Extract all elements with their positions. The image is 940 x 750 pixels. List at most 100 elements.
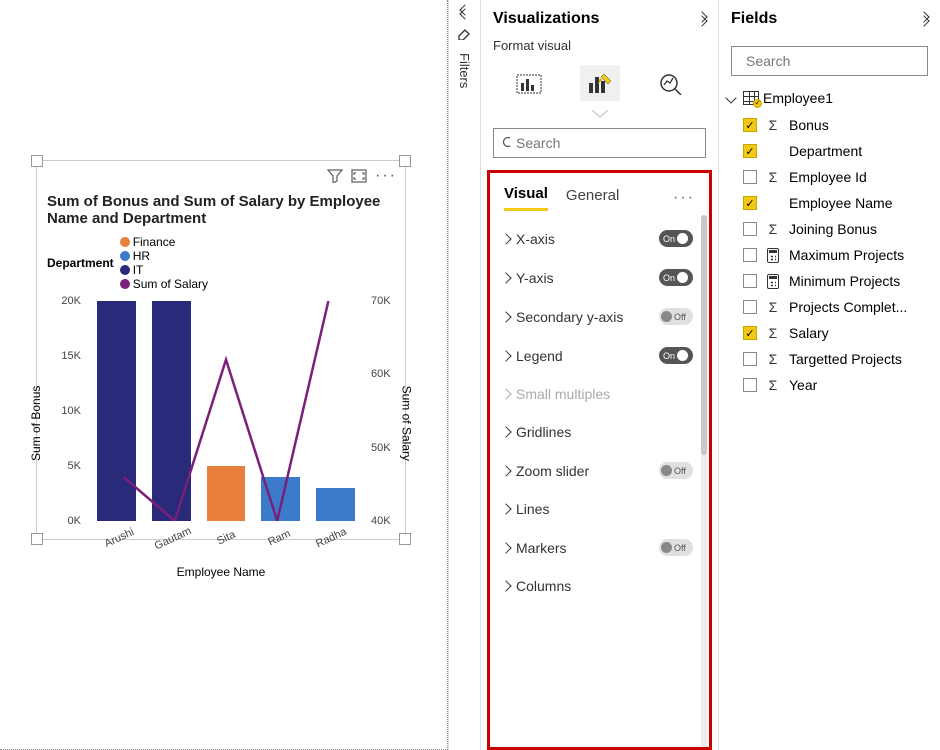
checkbox[interactable]: ✓ — [743, 326, 757, 340]
field-label: Projects Complet... — [789, 299, 907, 315]
format-visual-label: Format visual — [481, 38, 718, 57]
chevron-right-icon — [500, 233, 511, 244]
general-subtab[interactable]: General — [566, 187, 619, 210]
x-axis-title: Employee Name — [37, 565, 405, 579]
collapse-viz-icon[interactable] — [698, 15, 706, 23]
checkbox[interactable] — [743, 274, 757, 288]
checkbox[interactable] — [743, 248, 757, 262]
visual-subtab[interactable]: Visual — [504, 185, 548, 211]
sigma-icon: Σ — [765, 377, 781, 393]
sigma-icon: Σ — [765, 117, 781, 133]
format-lines[interactable]: Lines — [496, 490, 699, 528]
chevron-right-icon — [500, 426, 511, 437]
field-employee-name[interactable]: ✓ Employee Name — [719, 190, 940, 216]
format-secondary-y-axis[interactable]: Secondary y-axisOff — [496, 297, 699, 336]
toggle-on[interactable]: On — [659, 230, 693, 247]
field-year[interactable]: Σ Year — [719, 372, 940, 398]
sigma-icon: Σ — [765, 325, 781, 341]
format-small-multiples: Small multiples — [496, 375, 699, 413]
field-label: Minimum Projects — [789, 273, 900, 289]
field-label: Joining Bonus — [789, 221, 877, 237]
build-visual-tab[interactable] — [509, 65, 549, 101]
toggle-off[interactable]: Off — [659, 308, 693, 325]
toggle-off[interactable]: Off — [659, 462, 693, 479]
field-label: Targetted Projects — [789, 351, 902, 367]
legend-title: Department — [47, 256, 114, 270]
format-legend[interactable]: LegendOn — [496, 336, 699, 375]
subtab-more-icon[interactable]: ··· — [673, 189, 695, 207]
checkbox[interactable] — [743, 378, 757, 392]
filters-label: Filters — [457, 53, 472, 88]
checkbox[interactable] — [743, 222, 757, 236]
chart-title: Sum of Bonus and Sum of Salary by Employ… — [37, 191, 405, 231]
format-gridlines[interactable]: Gridlines — [496, 413, 699, 451]
format-markers[interactable]: MarkersOff — [496, 528, 699, 567]
field-label: Year — [789, 377, 817, 393]
more-options-icon[interactable]: ··· — [375, 167, 397, 185]
field-department[interactable]: ✓Department — [719, 138, 940, 164]
toggle-off[interactable]: Off — [659, 539, 693, 556]
format-columns[interactable]: Columns — [496, 567, 699, 605]
fields-search-field[interactable] — [746, 53, 927, 69]
field-joining-bonus[interactable]: Σ Joining Bonus — [719, 216, 940, 242]
sigma-icon: Σ — [765, 169, 781, 185]
field-label: Bonus — [789, 117, 829, 133]
visualizations-pane: Visualizations Format visual Visual Gene… — [480, 0, 718, 750]
checkbox[interactable] — [743, 300, 757, 314]
eraser-icon[interactable] — [457, 24, 473, 45]
chevron-right-icon — [500, 542, 511, 553]
filters-pane-collapsed[interactable]: Filters — [448, 0, 480, 750]
field-bonus[interactable]: ✓ Σ Bonus — [719, 112, 940, 138]
toggle-on[interactable]: On — [659, 347, 693, 364]
format-zoom-slider[interactable]: Zoom sliderOff — [496, 451, 699, 490]
format-x-axis[interactable]: X-axisOn — [496, 219, 699, 258]
checkbox[interactable]: ✓ — [743, 196, 757, 210]
field-employee-id[interactable]: Σ Employee Id — [719, 164, 940, 190]
focus-mode-icon[interactable] — [351, 167, 367, 185]
sigma-icon: Σ — [765, 299, 781, 315]
table-node[interactable]: ✓ Employee1 — [719, 84, 940, 112]
field-targetted-projects[interactable]: Σ Targetted Projects — [719, 346, 940, 372]
chevron-right-icon — [500, 311, 511, 322]
collapse-fields-icon[interactable] — [920, 15, 928, 23]
format-options-highlight: Visual General ··· X-axisOnY-axisOnSecon… — [487, 170, 712, 750]
field-maximum-projects[interactable]: Maximum Projects — [719, 242, 940, 268]
format-search-input[interactable] — [493, 128, 706, 158]
toggle-on[interactable]: On — [659, 269, 693, 286]
format-search-field[interactable] — [516, 135, 697, 151]
fields-pane: Fields ✓ Employee1 ✓ Σ Bonus ✓Department Σ Em… — [718, 0, 940, 750]
y-axis-title: Sum of Bonus — [29, 386, 43, 461]
field-minimum-projects[interactable]: Minimum Projects — [719, 268, 940, 294]
chevron-down-icon — [725, 92, 736, 103]
chevron-right-icon — [500, 272, 511, 283]
checkbox[interactable]: ✓ — [743, 118, 757, 132]
field-label: Employee Id — [789, 169, 867, 185]
chevron-right-icon — [500, 580, 511, 591]
checkbox[interactable]: ✓ — [743, 144, 757, 158]
field-label: Salary — [789, 325, 829, 341]
field-salary[interactable]: ✓ Σ Salary — [719, 320, 940, 346]
fields-search-input[interactable] — [731, 46, 928, 76]
filter-icon[interactable] — [327, 167, 343, 185]
table-name: Employee1 — [763, 90, 833, 106]
analytics-tab[interactable] — [651, 65, 691, 101]
chevron-right-icon — [500, 350, 511, 361]
format-visual-tab[interactable] — [580, 65, 620, 101]
chevron-right-icon — [500, 465, 511, 476]
sigma-icon: Σ — [765, 351, 781, 367]
table-icon: ✓ — [743, 91, 759, 105]
checkbox[interactable] — [743, 170, 757, 184]
sigma-icon: Σ — [765, 221, 781, 237]
checkbox[interactable] — [743, 352, 757, 366]
fields-header: Fields — [731, 10, 777, 28]
chart-legend: Department FinanceHRITSum of Salary — [37, 231, 405, 295]
chart-visual-container[interactable]: ··· Sum of Bonus and Sum of Salary by Em… — [36, 160, 406, 540]
expand-filters-icon[interactable] — [461, 8, 469, 16]
format-y-axis[interactable]: Y-axisOn — [496, 258, 699, 297]
field-projects-complet-[interactable]: Σ Projects Complet... — [719, 294, 940, 320]
chevron-right-icon — [500, 388, 511, 399]
report-canvas[interactable]: ··· Sum of Bonus and Sum of Salary by Em… — [0, 0, 448, 750]
scrollbar-thumb[interactable] — [701, 215, 707, 455]
calculator-icon — [765, 274, 781, 289]
field-label: Employee Name — [789, 195, 893, 211]
